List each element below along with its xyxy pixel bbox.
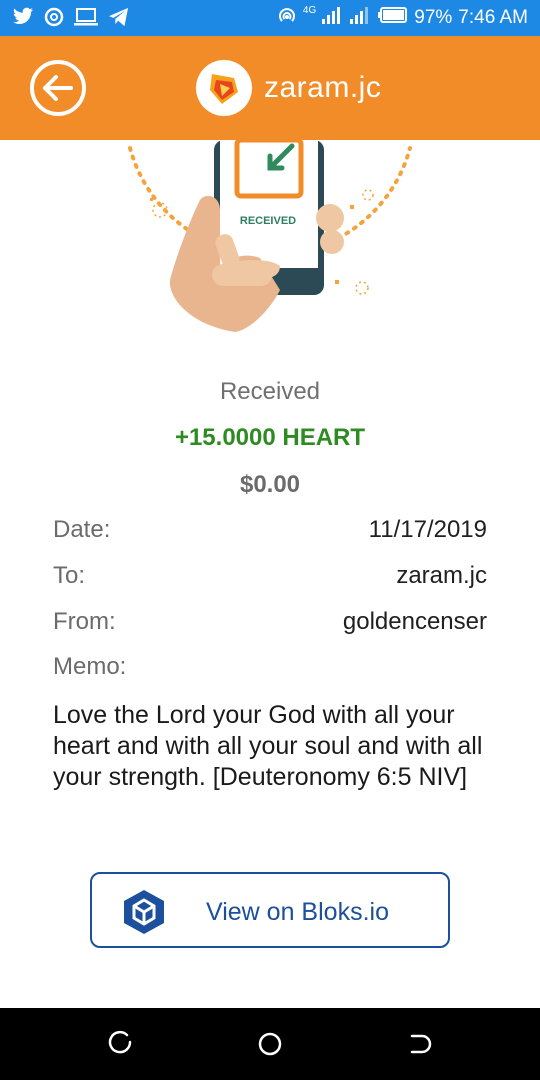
signal-icon (322, 6, 344, 30)
from-value: goldencenser (342, 608, 487, 635)
account-avatar (196, 60, 252, 116)
to-label: To: (53, 562, 86, 589)
battery-icon (378, 7, 408, 29)
view-on-bloks-label: View on Bloks.io (206, 898, 389, 926)
bloks-cube-icon (120, 888, 168, 941)
hotspot-icon (277, 5, 297, 31)
date-value: 11/17/2019 (368, 516, 487, 543)
to-row: To: zaram.jc (53, 562, 487, 594)
heart-token-logo-icon (210, 74, 238, 104)
memo-row: Memo: (53, 653, 487, 685)
recents-icon (108, 1030, 132, 1054)
navigation-bar (0, 1008, 540, 1080)
laptop-icon (74, 7, 98, 32)
app-bar: zaram.jc (0, 36, 540, 140)
back-nav-button[interactable] (406, 1030, 434, 1058)
date-row: Date: 11/17/2019 (53, 516, 487, 548)
view-on-bloks-button[interactable]: View on Bloks.io (90, 872, 450, 948)
memo-label: Memo: (53, 653, 127, 680)
back-button[interactable] (30, 60, 86, 116)
transaction-status: Received (219, 378, 321, 405)
from-row: From: goldencenser (53, 608, 487, 640)
memo-text: Love the Lord your God with all your hea… (53, 701, 483, 791)
to-value: zaram.jc (396, 562, 487, 589)
recents-button[interactable] (107, 1030, 135, 1058)
phone-received-label: RECEIVED (240, 215, 296, 227)
back-nav-icon (410, 1034, 432, 1054)
arrow-left-icon (43, 75, 73, 101)
from-label: From: (53, 608, 116, 635)
account-name: zaram.jc (264, 71, 382, 104)
battery-percent: 97% (414, 7, 453, 28)
signal-2-icon (350, 6, 372, 30)
received-illustration: RECEIVED (120, 137, 420, 355)
opera-icon (44, 7, 64, 32)
transaction-usd-value: $0.00 (239, 471, 301, 498)
account-header: zaram.jc (196, 60, 381, 116)
home-circle-icon (258, 1032, 282, 1056)
twitter-icon (12, 7, 34, 32)
transaction-amount: +15.0000 HEART (174, 424, 366, 451)
telegram-icon (108, 7, 130, 32)
clock: 7:46 AM (458, 7, 528, 28)
home-button[interactable] (256, 1030, 284, 1058)
date-label: Date: (53, 516, 111, 543)
status-bar: 4G 97% 7:46 AM (0, 0, 540, 36)
network-type: 4G (302, 4, 317, 16)
